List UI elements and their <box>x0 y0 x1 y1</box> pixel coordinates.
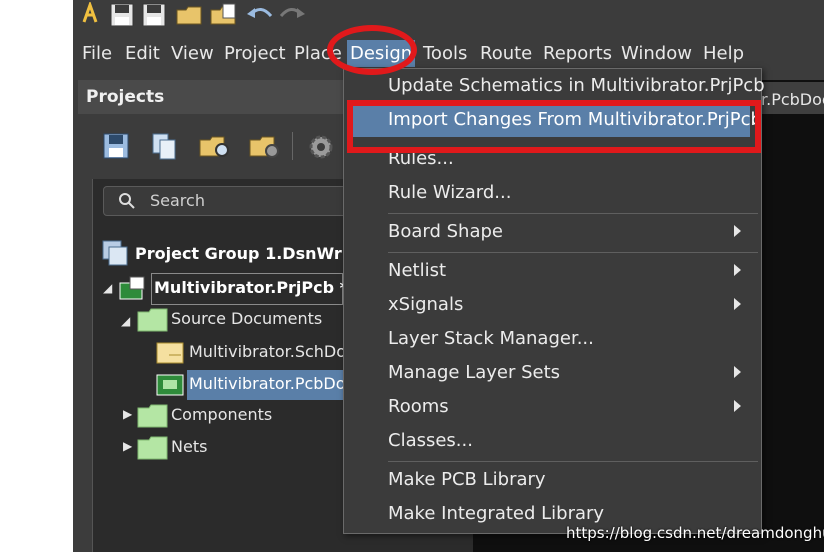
toolbar-divider <box>292 132 293 160</box>
tree-pcbdoc-label: Multivibrator.PcbDoc <box>189 374 355 393</box>
search-placeholder: Search <box>150 191 205 210</box>
menu-item-label: Make Integrated Library <box>388 503 605 524</box>
menu-make-pcb-library[interactable]: Make PCB Library <box>344 465 761 497</box>
watermark: https://blog.csdn.net/dreamdonghui <box>566 524 824 542</box>
menu-route[interactable]: Route <box>480 43 532 64</box>
menu-bar: File Edit View Project Place Design Tool… <box>73 36 824 68</box>
menu-board-shape[interactable]: Board Shape <box>344 217 761 249</box>
collapse-arrow-icon[interactable]: ◢ <box>103 281 112 295</box>
folder-settings-icon[interactable] <box>248 132 282 160</box>
menu-tools[interactable]: Tools <box>423 43 467 64</box>
submenu-arrow-icon <box>734 298 741 310</box>
annotation-circle-design <box>327 25 417 75</box>
menu-separator <box>388 252 758 253</box>
folder-search-icon[interactable] <box>198 132 232 160</box>
menu-item-label: Rule Wizard... <box>388 182 512 203</box>
submenu-arrow-icon <box>734 264 741 276</box>
menu-item-label: xSignals <box>388 294 464 315</box>
save-icon[interactable] <box>109 2 135 26</box>
tree-project-item[interactable]: Multivibrator.PrjPcb * <box>151 273 348 305</box>
workspace-icon <box>102 240 128 266</box>
menu-item-label: Netlist <box>388 260 447 281</box>
menu-update-schematics[interactable]: Update Schematics in Multivibrator.PrjPc… <box>344 71 765 103</box>
expand-arrow-icon[interactable]: ▶ <box>123 407 132 421</box>
menu-project[interactable]: Project <box>224 43 286 64</box>
projects-panel-title: Projects <box>86 87 165 107</box>
menu-layer-stack-manager[interactable]: Layer Stack Manager... <box>344 324 761 356</box>
annotation-box-import-changes <box>347 100 761 153</box>
menu-view[interactable]: View <box>171 43 214 64</box>
tree-project-group[interactable]: Project Group 1.DsnWrk <box>135 244 352 263</box>
tree-source-documents[interactable]: Source Documents <box>171 309 322 328</box>
menu-item-label: Make PCB Library <box>388 469 546 490</box>
save-all-icon[interactable] <box>141 2 167 26</box>
menu-rule-wizard[interactable]: Rule Wizard... <box>344 178 761 210</box>
save-icon[interactable] <box>102 132 130 160</box>
app-logo-icon <box>82 2 98 23</box>
menu-manage-layer-sets[interactable]: Manage Layer Sets <box>344 358 761 390</box>
open-folder-icon[interactable] <box>175 2 205 26</box>
menu-file[interactable]: File <box>82 43 112 64</box>
gear-icon[interactable] <box>306 132 336 162</box>
tree-schdoc[interactable]: Multivibrator.SchDoc <box>189 342 355 361</box>
open-document-icon[interactable] <box>209 2 239 26</box>
menu-item-label: Classes... <box>388 430 473 451</box>
redo-icon[interactable] <box>277 2 307 26</box>
menu-item-label: Board Shape <box>388 221 503 242</box>
editor-tab-label: r.PcbDoc <box>761 90 824 109</box>
menu-xsignals[interactable]: xSignals <box>344 290 761 322</box>
menu-item-label: Manage Layer Sets <box>388 362 561 383</box>
tree-nets[interactable]: Nets <box>171 437 207 456</box>
menu-classes[interactable]: Classes... <box>344 426 761 458</box>
schematic-document-icon <box>156 342 184 364</box>
tree-project-label: Multivibrator.PrjPcb * <box>154 278 349 297</box>
menu-separator <box>388 213 758 214</box>
altium-window: File Edit View Project Place Design Tool… <box>73 0 824 552</box>
menu-item-label: Rooms <box>388 396 449 417</box>
menu-edit[interactable]: Edit <box>125 43 160 64</box>
search-icon <box>119 193 135 209</box>
submenu-arrow-icon <box>734 225 741 237</box>
menu-help[interactable]: Help <box>703 43 744 64</box>
menu-rooms[interactable]: Rooms <box>344 392 761 424</box>
tree-components[interactable]: Components <box>171 405 272 424</box>
folder-icon <box>137 436 168 460</box>
menu-reports[interactable]: Reports <box>543 43 612 64</box>
undo-icon[interactable] <box>245 2 275 26</box>
folder-icon <box>137 404 168 428</box>
folder-icon <box>137 308 168 332</box>
tree-pcbdoc-selected[interactable]: Multivibrator.PcbDoc <box>187 370 354 400</box>
pcb-project-icon <box>119 276 145 300</box>
menu-item-label: Layer Stack Manager... <box>388 328 594 349</box>
menu-separator <box>388 461 758 462</box>
copy-document-icon[interactable] <box>150 132 178 160</box>
collapse-arrow-icon[interactable]: ◢ <box>121 314 130 328</box>
submenu-arrow-icon <box>734 400 741 412</box>
menu-netlist[interactable]: Netlist <box>344 256 761 288</box>
menu-window[interactable]: Window <box>621 43 692 64</box>
expand-arrow-icon[interactable]: ▶ <box>123 439 132 453</box>
pcb-document-icon <box>156 374 184 396</box>
menu-item-label: Update Schematics in Multivibrator.PrjPc… <box>388 75 765 96</box>
submenu-arrow-icon <box>734 366 741 378</box>
toolbar <box>73 0 824 32</box>
